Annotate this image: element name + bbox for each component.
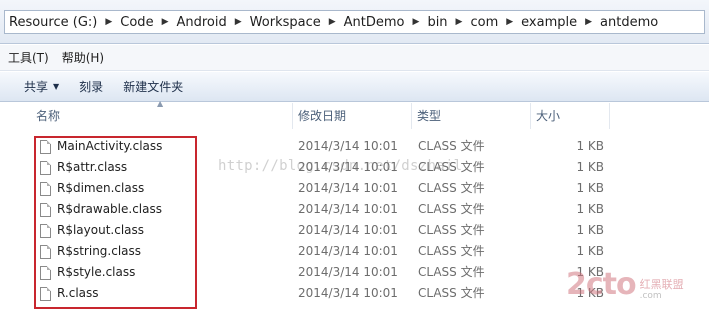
file-name: R$style.class [57,265,136,279]
file-name: R$layout.class [57,223,145,237]
command-bar: 共享 ▼ 刻录 新建文件夹 [0,72,709,102]
file-size: 1 KB [576,139,604,153]
file-name-cell: R$attr.class [40,157,127,178]
menu-help[interactable]: 帮助(H) [54,49,109,66]
chevron-right-icon[interactable]: ▶ [158,17,173,27]
share-button[interactable]: 共享 ▼ [14,76,69,98]
file-row[interactable]: R$string.class 2014/3/14 10:01 CLASS 文件 … [0,241,709,262]
file-size: 1 KB [576,286,604,300]
file-name-cell: R$string.class [40,241,141,262]
file-list: ▲ 名称 修改日期 类型 大小 MainActivity.class 2014/… [0,99,709,314]
file-size: 1 KB [576,160,604,174]
file-date: 2014/3/14 10:01 [298,181,398,195]
breadcrumb-item[interactable]: Resource (G:) [5,11,101,33]
chevron-right-icon[interactable]: ▶ [452,17,467,27]
file-size: 1 KB [576,223,604,237]
breadcrumb-item[interactable]: Workspace [246,11,325,33]
new-folder-button[interactable]: 新建文件夹 [113,76,193,98]
breadcrumb-item[interactable]: AntDemo [340,11,409,33]
file-row[interactable]: R$attr.class 2014/3/14 10:01 CLASS 文件 1 … [0,157,709,178]
file-icon [40,244,51,259]
file-type: CLASS 文件 [418,160,485,174]
file-name-cell: R$style.class [40,262,135,283]
file-icon [40,265,51,280]
breadcrumb-item[interactable]: Code [116,11,157,33]
column-header-row: ▲ 名称 修改日期 类型 大小 [0,99,709,129]
file-type: CLASS 文件 [418,139,485,153]
file-name-cell: R.class [40,283,99,304]
file-icon [40,160,51,175]
menu-tools[interactable]: 工具(T) [0,49,54,66]
burn-button[interactable]: 刻录 [69,76,113,98]
breadcrumb[interactable]: Resource (G:) ▶ Code ▶ Android ▶ Workspa… [4,10,705,34]
column-header-type[interactable]: 类型 [412,103,531,129]
caret-down-icon: ▼ [53,82,60,91]
file-date: 2014/3/14 10:01 [298,265,398,279]
file-row[interactable]: R$dimen.class 2014/3/14 10:01 CLASS 文件 1… [0,178,709,199]
column-header-name[interactable]: 名称 [31,103,293,129]
file-name: R.class [57,286,99,300]
file-name: R$drawable.class [57,202,162,216]
new-folder-label: 新建文件夹 [123,80,184,94]
breadcrumb-item[interactable]: bin [423,11,451,33]
file-name: R$attr.class [57,160,128,174]
file-size: 1 KB [576,202,604,216]
file-row[interactable]: R$layout.class 2014/3/14 10:01 CLASS 文件 … [0,220,709,241]
file-date: 2014/3/14 10:01 [298,286,398,300]
file-row[interactable]: R$drawable.class 2014/3/14 10:01 CLASS 文… [0,199,709,220]
file-type: CLASS 文件 [418,286,485,300]
file-date: 2014/3/14 10:01 [298,244,398,258]
file-date: 2014/3/14 10:01 [298,202,398,216]
file-date: 2014/3/14 10:01 [298,223,398,237]
file-icon [40,139,51,154]
file-icon [40,202,51,217]
file-icon [40,223,51,238]
file-size: 1 KB [576,181,604,195]
address-bar: Resource (G:) ▶ Code ▶ Android ▶ Workspa… [0,0,709,44]
file-name-cell: MainActivity.class [40,136,162,157]
file-icon [40,181,51,196]
file-name-cell: R$dimen.class [40,178,144,199]
breadcrumb-item[interactable]: antdemo [596,11,662,33]
file-row[interactable]: R.class 2014/3/14 10:01 CLASS 文件 1 KB [0,283,709,304]
chevron-right-icon[interactable]: ▶ [231,17,246,27]
burn-label: 刻录 [79,80,104,94]
file-date: 2014/3/14 10:01 [298,160,398,174]
file-size: 1 KB [576,265,604,279]
file-name: MainActivity.class [57,139,163,153]
file-row[interactable]: R$style.class 2014/3/14 10:01 CLASS 文件 1… [0,262,709,283]
file-name-cell: R$layout.class [40,220,144,241]
file-date: 2014/3/14 10:01 [298,139,398,153]
file-name: R$string.class [57,244,142,258]
file-type: CLASS 文件 [418,244,485,258]
breadcrumb-item[interactable]: Android [172,11,230,33]
breadcrumb-item[interactable]: example [517,11,581,33]
chevron-right-icon[interactable]: ▶ [581,17,596,27]
file-name: R$dimen.class [57,181,145,195]
chevron-right-icon[interactable]: ▶ [101,17,116,27]
file-icon [40,286,51,301]
share-label: 共享 [24,80,49,94]
file-type: CLASS 文件 [418,265,485,279]
chevron-right-icon[interactable]: ▶ [325,17,340,27]
breadcrumb-item[interactable]: com [466,11,502,33]
file-type: CLASS 文件 [418,223,485,237]
file-row[interactable]: MainActivity.class 2014/3/14 10:01 CLASS… [0,136,709,157]
file-size: 1 KB [576,244,604,258]
column-header-size[interactable]: 大小 [531,103,610,129]
column-header-date[interactable]: 修改日期 [293,103,412,129]
file-type: CLASS 文件 [418,202,485,216]
menu-bar: 工具(T) 帮助(H) [0,45,709,71]
chevron-right-icon[interactable]: ▶ [409,17,424,27]
file-type: CLASS 文件 [418,181,485,195]
file-name-cell: R$drawable.class [40,199,162,220]
chevron-right-icon[interactable]: ▶ [502,17,517,27]
